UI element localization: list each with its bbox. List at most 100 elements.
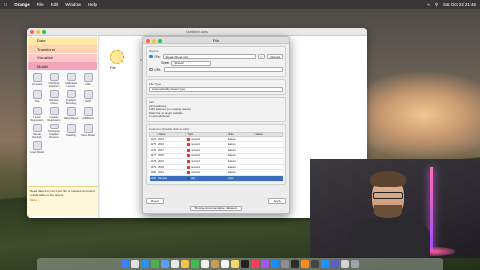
facetime-icon[interactable] [191,260,199,268]
widget-knn[interactable]: kNN [80,72,96,88]
menu-edit[interactable]: Edit [51,2,59,7]
zoom-icon[interactable] [42,30,46,34]
save-model-icon [83,123,93,133]
settings-icon[interactable] [281,260,289,268]
file-select[interactable]: Sugar-Sheet.xlsx [162,54,256,59]
table-row-selected[interactable]: 1181 Sample text meta [149,175,283,182]
search-icon[interactable]: ⚲ [435,2,438,8]
sheet-label: Sheet [161,61,170,65]
numeric-type-icon [186,159,190,163]
music-icon[interactable] [251,260,259,268]
reset-button[interactable]: Reset [146,198,164,204]
columns-label: Columns (Double click to edit) [149,126,189,131]
widget-help-box: Read data from an input file or network … [28,186,98,216]
terminal-icon[interactable] [291,260,299,268]
browse-folder-button[interactable]: □ [257,54,266,59]
widget-neural-network[interactable]: Neural Network [29,123,45,139]
minimize-icon[interactable] [36,30,40,34]
widget-cn2[interactable]: CN2 Rule Induction [46,72,62,88]
apply-button[interactable]: Apply [268,198,286,204]
presenter-hair [370,171,406,187]
menu-window[interactable]: Window [65,2,81,7]
row-number: 1181 [149,175,158,182]
category-transform[interactable]: Transform [28,45,97,53]
widget-stacking[interactable]: Stacking [63,123,79,139]
reminders-icon[interactable] [221,260,229,268]
category-data[interactable]: Data [28,36,97,45]
floor-lamp [430,167,433,251]
launchpad-icon[interactable] [131,260,139,268]
widget-label: Logistic Regression [47,115,61,122]
cell-type[interactable]: text [185,175,227,182]
file-node-icon[interactable] [110,50,124,64]
zoom-icon[interactable] [158,38,162,43]
menu-clock[interactable]: Sat Oct 22 21:46 [443,2,476,7]
menu-help[interactable]: Help [88,2,97,7]
dock [37,258,443,270]
widget-logistic-regression[interactable]: Logistic Regression [46,106,62,122]
close-icon[interactable] [146,38,150,43]
browse-datasets-button[interactable]: Browse documentation datasets [189,205,243,211]
type-label: numeric [190,165,201,169]
file-type-select[interactable]: Automatically detect type [149,86,283,92]
photos-icon[interactable] [181,260,189,268]
notes-icon[interactable] [231,260,239,268]
teams-icon[interactable] [331,260,339,268]
widget-random-forest[interactable]: Random Forest [46,89,62,105]
info-section: Info 224 instances 1181 features (no mis… [146,96,286,122]
category-model[interactable]: Model [28,62,97,70]
mail-icon[interactable] [161,260,169,268]
category-visualize[interactable]: Visualize [28,53,97,62]
cell-values[interactable] [253,175,283,182]
widget-tree[interactable]: Tree [29,89,45,105]
app-store-icon[interactable] [271,260,279,268]
podcasts-icon[interactable] [261,260,269,268]
cell-role[interactable]: meta [226,175,254,182]
url-radio-label: URL: [154,67,162,72]
downloads-icon[interactable] [341,260,349,268]
widget-calibrated[interactable]: Calibrated Learner [63,72,79,88]
minimize-icon[interactable] [152,38,156,43]
model-widget-grid: Constant CN2 Rule Induction Calibrated L… [27,71,98,156]
reload-button[interactable]: Reload [267,54,283,59]
maps-icon[interactable] [171,260,179,268]
messages-icon[interactable] [151,260,159,268]
widget-constant[interactable]: Constant [29,72,45,88]
dialog-titlebar: File [143,37,289,44]
columns-table[interactable]: Name Type Role Values 1174 2015 numeric … [149,131,283,182]
widget-svm[interactable]: SVM [80,89,96,105]
widget-label: kNN [85,82,91,86]
widget-adaboost[interactable]: AdaBoost [80,106,96,122]
tree-icon [32,89,42,99]
wifi-icon[interactable]: ≈ [427,2,429,7]
file-radio[interactable] [149,54,153,59]
tv-icon[interactable] [241,260,249,268]
cell-name[interactable]: Sample [157,175,186,182]
widget-naive-bayes[interactable]: Naive Bayes [63,106,79,122]
widget-sgd[interactable]: Stochastic Gradient Descent [46,123,62,139]
trash-icon[interactable] [351,260,359,268]
help-more-link[interactable]: More... [30,198,96,202]
canvas-titlebar: Untitled.ows [27,28,367,36]
widget-gradient-boosting[interactable]: Gradient Boosting [63,89,79,105]
activity-monitor-icon[interactable] [311,260,319,268]
finder-icon[interactable] [121,260,129,268]
safari-icon[interactable] [141,260,149,268]
text-type-icon [186,176,190,180]
widget-load-model[interactable]: Load Model [29,140,45,156]
apple-icon[interactable]:  [4,2,7,7]
url-input[interactable] [163,67,283,72]
contacts-icon[interactable] [211,260,219,268]
orange-app-icon[interactable] [301,260,309,268]
presenter-glasses [373,192,403,199]
canvas-title: Untitled.ows [186,29,208,34]
menu-file[interactable]: File [37,2,44,7]
widget-linear-regression[interactable]: Linear Regression [29,106,45,122]
app-menu-name[interactable]: Orange [14,2,29,7]
url-radio[interactable] [149,67,153,72]
sheet-select[interactable]: Sheet2 [171,60,212,66]
close-icon[interactable] [30,30,34,34]
zoom-app-icon[interactable] [321,260,329,268]
widget-save-model[interactable]: Save Model [80,123,96,139]
calendar-icon[interactable] [201,260,209,268]
